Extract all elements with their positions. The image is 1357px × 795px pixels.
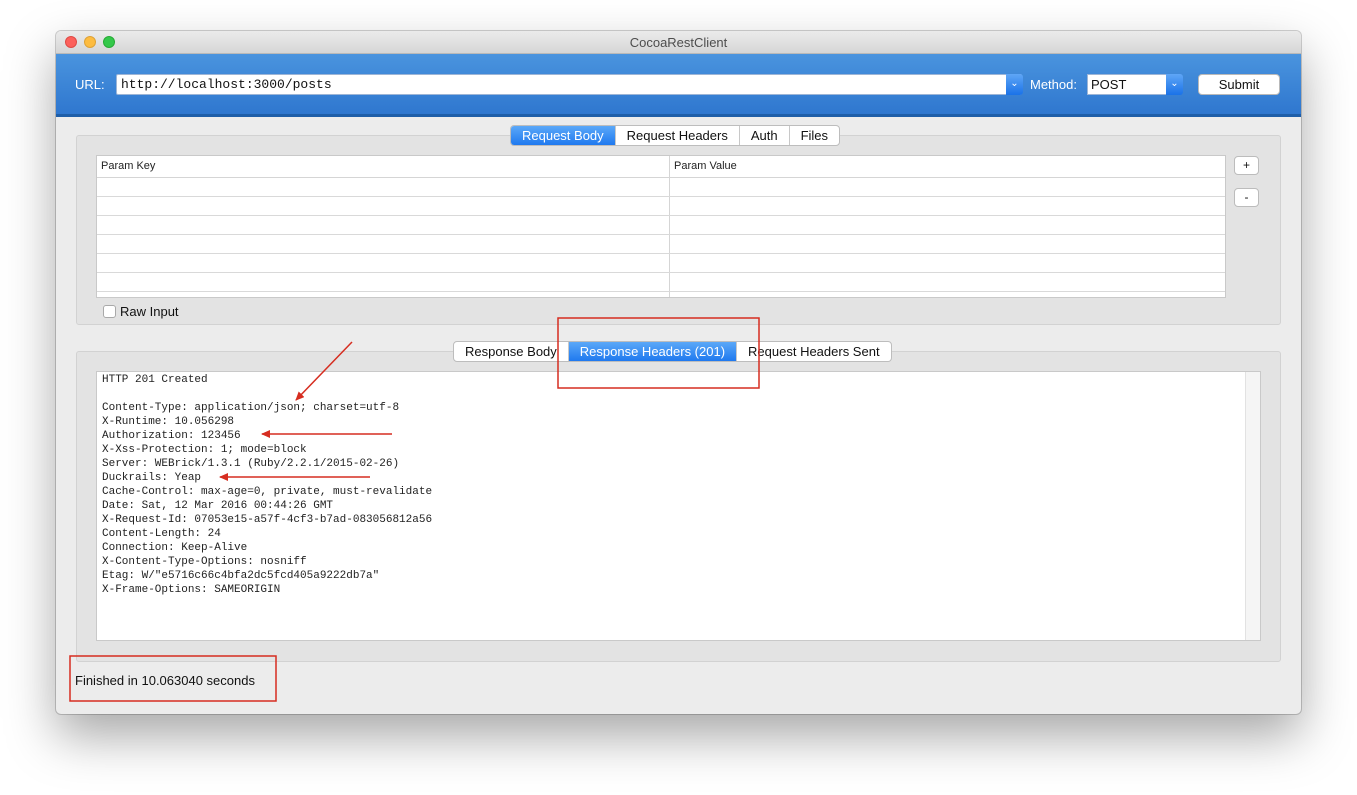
remove-param-button[interactable]: - xyxy=(1234,188,1259,207)
table-row xyxy=(97,196,1225,197)
table-row xyxy=(97,215,1225,216)
response-text-area[interactable]: HTTP 201 Created Content-Type: applicati… xyxy=(96,371,1261,641)
response-header-line: X-Request-Id: 07053e15-a57f-4cf3-b7ad-08… xyxy=(102,514,433,526)
window-title: CocoaRestClient xyxy=(629,35,728,50)
response-header-line: Content-Length: 24 xyxy=(102,528,221,540)
raw-input-checkbox[interactable] xyxy=(103,305,116,318)
request-tabs: Request Body Request Headers Auth Files xyxy=(510,125,841,146)
url-history-dropdown[interactable]: ⌄ xyxy=(1006,74,1023,95)
tab-request-headers-sent[interactable]: Request Headers Sent xyxy=(737,342,891,361)
params-table[interactable]: Param Key Param Value xyxy=(96,155,1226,298)
url-input[interactable]: http://localhost:3000/posts xyxy=(116,74,1022,95)
method-select[interactable]: POST xyxy=(1087,74,1167,95)
tab-response-headers[interactable]: Response Headers (201) xyxy=(568,342,738,361)
params-table-header: Param Key Param Value xyxy=(97,156,1225,178)
response-header-line: X-Frame-Options: SAMEORIGIN xyxy=(102,584,281,596)
response-header-line xyxy=(102,387,432,401)
add-param-button[interactable]: + xyxy=(1234,156,1259,175)
response-header-line: Content-Type: application/json; charset=… xyxy=(102,402,400,414)
table-row xyxy=(97,253,1225,254)
response-header-line: Server: WEBrick/1.3.1 (Ruby/2.2.1/2015-0… xyxy=(102,458,400,470)
response-header-line: HTTP 201 Created xyxy=(102,374,208,386)
title-bar: CocoaRestClient xyxy=(56,31,1301,54)
response-header-line: X-Runtime: 10.056298 xyxy=(102,416,235,428)
tab-request-headers[interactable]: Request Headers xyxy=(616,126,740,145)
column-header-param-value[interactable]: Param Value xyxy=(674,160,737,172)
tab-request-body[interactable]: Request Body xyxy=(511,126,616,145)
response-header-line: X-Xss-Protection: 1; mode=block xyxy=(102,444,307,456)
app-window: CocoaRestClient URL: http://localhost:30… xyxy=(56,31,1301,714)
url-toolbar: URL: http://localhost:3000/posts ⌄ Metho… xyxy=(56,54,1301,117)
raw-input-label: Raw Input xyxy=(120,304,179,319)
tab-files[interactable]: Files xyxy=(790,126,839,145)
tab-response-body[interactable]: Response Body xyxy=(454,342,569,361)
response-header-line: Connection: Keep-Alive xyxy=(102,542,248,554)
response-scrollbar[interactable] xyxy=(1245,372,1260,640)
response-header-line: X-Content-Type-Options: nosniff xyxy=(102,556,307,568)
table-row xyxy=(97,272,1225,273)
table-row xyxy=(97,291,1225,292)
submit-button[interactable]: Submit xyxy=(1198,74,1280,95)
response-tabs: Response Body Response Headers (201) Req… xyxy=(453,341,892,362)
method-label: Method: xyxy=(1030,77,1077,92)
chevron-down-icon: ⌄ xyxy=(1010,78,1019,89)
table-row xyxy=(97,234,1225,235)
response-header-line: Date: Sat, 12 Mar 2016 00:44:26 GMT xyxy=(102,500,334,512)
tab-auth[interactable]: Auth xyxy=(740,126,790,145)
response-header-line: Cache-Control: max-age=0, private, must-… xyxy=(102,486,433,498)
method-dropdown-button[interactable]: ⌄ xyxy=(1166,74,1183,95)
column-divider xyxy=(669,156,670,297)
response-header-line: Etag: W/"e5716c66c4bfa2dc5fcd405a9222db7… xyxy=(102,570,380,582)
column-header-param-key[interactable]: Param Key xyxy=(101,160,155,172)
response-header-line: Authorization: 123456 xyxy=(102,430,241,442)
url-label: URL: xyxy=(75,77,105,92)
status-message: Finished in 10.063040 seconds xyxy=(75,673,255,688)
response-headers-text: HTTP 201 Created Content-Type: applicati… xyxy=(102,373,432,597)
response-header-line: Duckrails: Yeap xyxy=(102,472,202,484)
chevron-down-icon: ⌄ xyxy=(1170,78,1179,89)
